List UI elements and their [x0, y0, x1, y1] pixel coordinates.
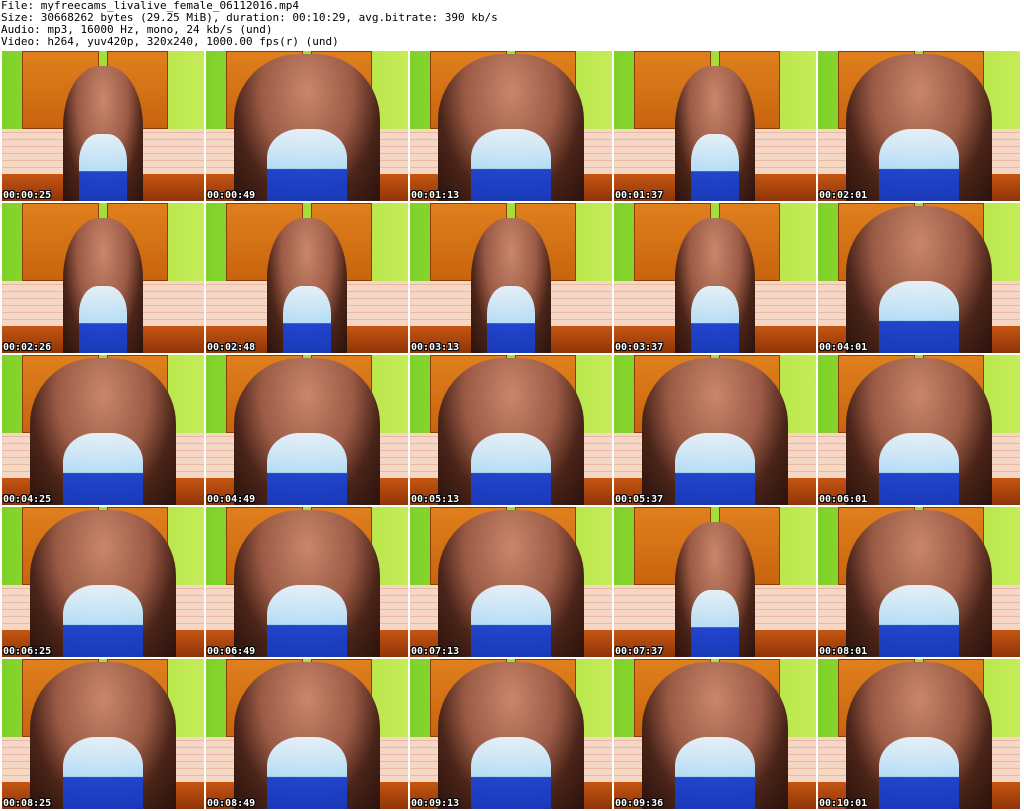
thumbnail-timestamp: 00:09:13: [411, 798, 460, 809]
thumbnail-timestamp: 00:00:49: [207, 190, 256, 201]
thumbnail-timestamp: 00:06:01: [819, 494, 868, 505]
video-info-line: Video: h264, yuv420p, 320x240, 1000.00 f…: [1, 35, 339, 48]
thumbnail-timestamp: 00:08:01: [819, 646, 868, 657]
thumbnail-timestamp: 00:04:01: [819, 342, 868, 353]
thumbnail-timestamp: 00:10:01: [819, 798, 868, 809]
thumbnail-timestamp: 00:04:25: [3, 494, 52, 505]
thumbnail-timestamp: 00:08:49: [207, 798, 256, 809]
thumbnail-timestamp: 00:07:13: [411, 646, 460, 657]
thumbnail-frame: 00:08:49: [206, 659, 408, 809]
thumbnail-timestamp: 00:02:48: [207, 342, 256, 353]
thumbnail-frame: 00:05:13: [410, 355, 612, 505]
thumbnail-frame: 00:07:13: [410, 507, 612, 657]
thumbnail-frame: 00:09:36: [614, 659, 816, 809]
thumbnail-frame: 00:08:25: [2, 659, 204, 809]
thumbnail-timestamp: 00:09:36: [615, 798, 664, 809]
thumbnail-frame: 00:02:48: [206, 203, 408, 353]
thumbnail-frame: 00:03:37: [614, 203, 816, 353]
thumbnail-timestamp: 00:07:37: [615, 646, 664, 657]
thumbnail-frame: 00:06:25: [2, 507, 204, 657]
thumbnail-frame: 00:01:37: [614, 51, 816, 201]
thumbnail-frame: 00:08:01: [818, 507, 1020, 657]
thumbnail-timestamp: 00:03:13: [411, 342, 460, 353]
thumbnail-frame: 00:04:01: [818, 203, 1020, 353]
thumbnail-frame: 00:10:01: [818, 659, 1020, 809]
thumbnail-frame: 00:04:25: [2, 355, 204, 505]
thumbnail-frame: 00:02:01: [818, 51, 1020, 201]
thumbnail-frame: 00:04:49: [206, 355, 408, 505]
thumbnail-frame: 00:06:01: [818, 355, 1020, 505]
thumbnail-frame: 00:05:37: [614, 355, 816, 505]
video-info-header: File: myfreecams_livalive_female_0611201…: [0, 0, 1024, 50]
thumbnail-timestamp: 00:03:37: [615, 342, 664, 353]
thumbnail-frame: 00:07:37: [614, 507, 816, 657]
thumbnail-frame: 00:00:25: [2, 51, 204, 201]
thumbnail-timestamp: 00:06:49: [207, 646, 256, 657]
thumbnail-frame: 00:03:13: [410, 203, 612, 353]
thumbnail-timestamp: 00:04:49: [207, 494, 256, 505]
thumbnail-frame: 00:02:26: [2, 203, 204, 353]
thumbnail-timestamp: 00:00:25: [3, 190, 52, 201]
thumbnail-timestamp: 00:02:01: [819, 190, 868, 201]
thumbnail-timestamp: 00:01:37: [615, 190, 664, 201]
thumbnail-timestamp: 00:05:13: [411, 494, 460, 505]
thumbnail-timestamp: 00:01:13: [411, 190, 460, 201]
thumbnail-timestamp: 00:05:37: [615, 494, 664, 505]
thumbnail-timestamp: 00:06:25: [3, 646, 52, 657]
thumbnail-grid: 00:00:25 00:00:49 00:01:13 00:01:37 00:02:01…: [2, 51, 1022, 809]
thumbnail-timestamp: 00:02:26: [3, 342, 52, 353]
thumbnail-frame: 00:01:13: [410, 51, 612, 201]
thumbnail-frame: 00:06:49: [206, 507, 408, 657]
thumbnail-frame: 00:00:49: [206, 51, 408, 201]
thumbnail-timestamp: 00:08:25: [3, 798, 52, 809]
thumbnail-frame: 00:09:13: [410, 659, 612, 809]
